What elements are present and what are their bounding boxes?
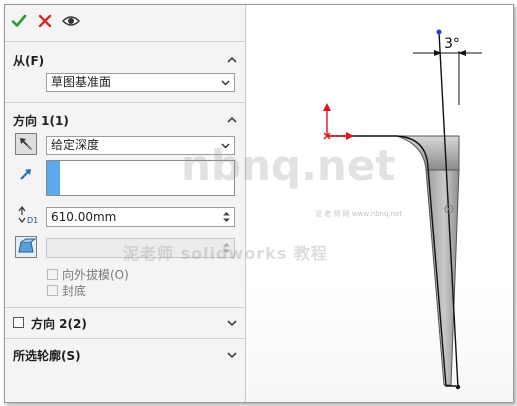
feature-window: 从(F) 草图基准面 方向 1(1) 给定深度 D1 610.00mm 向外拔模… bbox=[4, 4, 514, 403]
draft-outward-row[interactable]: 向外拔模(O) bbox=[47, 267, 129, 282]
direction2-checkbox[interactable] bbox=[13, 317, 24, 328]
reverse-direction-icon bbox=[20, 138, 33, 151]
ok-button[interactable] bbox=[10, 12, 28, 30]
chevron-down-icon bbox=[221, 143, 230, 149]
from-section-title: 从(F) bbox=[13, 54, 45, 68]
end-condition-value: 给定深度 bbox=[51, 138, 100, 152]
direction2-section-title: 方向 2(2) bbox=[31, 317, 87, 331]
property-manager-panel: 从(F) 草图基准面 方向 1(1) 给定深度 D1 610.00mm 向外拔模… bbox=[5, 5, 246, 402]
separator bbox=[5, 41, 245, 42]
end-condition-combo[interactable]: 给定深度 bbox=[46, 136, 235, 155]
model-graphics bbox=[323, 29, 482, 390]
svg-text:D1: D1 bbox=[27, 216, 38, 225]
draft-outward-checkbox[interactable] bbox=[47, 269, 58, 280]
origin-axis-x-arrow bbox=[346, 132, 354, 140]
close-icon bbox=[38, 14, 52, 28]
separator bbox=[5, 307, 245, 308]
from-combo-value: 草图基准面 bbox=[51, 75, 112, 89]
chevron-down-icon[interactable] bbox=[225, 348, 239, 362]
chevron-up-icon[interactable] bbox=[225, 53, 239, 67]
cancel-button[interactable] bbox=[36, 12, 54, 30]
panel-toolbar bbox=[10, 11, 80, 31]
bottom-endpoint bbox=[455, 384, 461, 390]
eye-icon bbox=[62, 16, 80, 26]
draft-outward-label: 向外拔模(O) bbox=[62, 268, 129, 282]
cap-end-row[interactable]: 封底 bbox=[47, 283, 86, 298]
selected-contours-section-title: 所选轮廓(S) bbox=[13, 349, 81, 363]
chevron-up-icon[interactable] bbox=[225, 113, 239, 127]
draft-icon bbox=[18, 238, 37, 253]
draft-toggle-button[interactable] bbox=[15, 236, 37, 258]
cap-end-label: 封底 bbox=[62, 284, 87, 298]
direction-reference-listbox[interactable] bbox=[46, 160, 235, 196]
direction-vector-endpoint[interactable] bbox=[436, 29, 442, 35]
spinner-icon[interactable] bbox=[221, 210, 232, 224]
spinner-icon bbox=[223, 243, 230, 253]
direction1-section-title: 方向 1(1) bbox=[13, 114, 69, 128]
graphics-viewport[interactable]: 3° bbox=[246, 5, 513, 402]
separator bbox=[5, 338, 245, 339]
chevron-down-icon[interactable] bbox=[225, 316, 239, 330]
origin-axis-y-arrow bbox=[323, 103, 331, 111]
reverse-direction-button[interactable] bbox=[15, 133, 37, 155]
checkmark-icon bbox=[11, 14, 27, 27]
preview-button[interactable] bbox=[62, 12, 80, 30]
chevron-down-icon bbox=[221, 80, 230, 86]
depth-value: 610.00mm bbox=[51, 210, 117, 224]
selection-highlight bbox=[47, 161, 60, 195]
direction-arrow-icon bbox=[20, 169, 31, 180]
from-combo[interactable]: 草图基准面 bbox=[46, 73, 235, 92]
depth-input[interactable]: 610.00mm bbox=[46, 207, 235, 227]
point-marker-center bbox=[447, 207, 451, 211]
draft-angle-input[interactable] bbox=[46, 238, 235, 258]
cap-end-checkbox[interactable] bbox=[47, 285, 58, 296]
angle-dimension-label[interactable]: 3° bbox=[444, 36, 460, 52]
depth-icon: D1 bbox=[18, 206, 38, 225]
separator bbox=[5, 102, 245, 103]
